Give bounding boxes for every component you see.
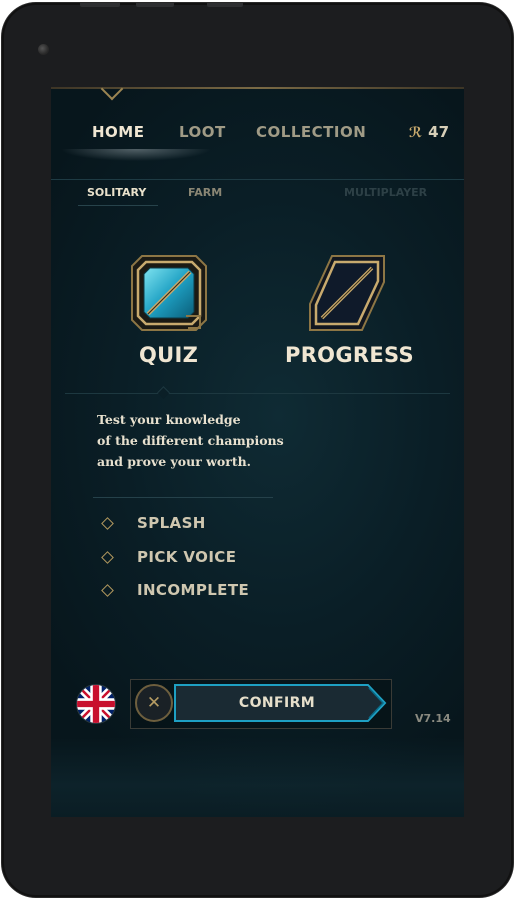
progress-icon — [306, 252, 388, 338]
options-divider — [93, 497, 273, 498]
description-line: and prove your worth. — [97, 454, 252, 469]
diamond-icon — [101, 584, 114, 597]
option-label: PICK VOICE — [137, 548, 237, 566]
cancel-button[interactable]: ✕ — [135, 684, 173, 722]
description-line: of the different champions — [97, 433, 284, 448]
nav-collection-tab[interactable]: COLLECTION — [256, 123, 366, 141]
nav-home-tab[interactable]: HOME — [92, 123, 144, 141]
volume-button — [80, 3, 120, 7]
option-label: INCOMPLETE — [137, 581, 250, 599]
diamond-icon — [101, 517, 114, 530]
subtab-multiplayer[interactable]: MULTIPLAYER — [344, 186, 427, 199]
volume-button — [136, 3, 174, 7]
option-label: SPLASH — [137, 514, 206, 532]
diamond-icon — [101, 551, 114, 564]
bottom-glow — [51, 737, 464, 817]
riot-points-icon: ℛ — [409, 125, 423, 141]
app-screen: HOME LOOT COLLECTION ℛ 47 SOLITARY FARM M… — [51, 87, 464, 817]
active-tab-glow — [61, 149, 211, 179]
close-icon: ✕ — [146, 693, 162, 713]
confirm-label: CONFIRM — [238, 695, 316, 711]
uk-flag-icon[interactable] — [77, 685, 115, 723]
currency-display: ℛ 47 — [409, 123, 449, 141]
confirm-button[interactable]: CONFIRM — [173, 684, 387, 722]
nav-divider — [51, 179, 464, 180]
nav-loot-tab[interactable]: LOOT — [179, 123, 226, 141]
tablet-device: HOME LOOT COLLECTION ℛ 47 SOLITARY FARM M… — [2, 3, 513, 897]
front-camera — [38, 44, 49, 55]
power-button — [207, 3, 243, 7]
selection-pointer — [157, 386, 170, 399]
subtab-farm[interactable]: FARM — [188, 186, 222, 199]
currency-value: 47 — [428, 123, 450, 141]
description-line: Test your knowledge — [97, 412, 241, 427]
mode-description: Test your knowledge of the different cha… — [97, 409, 317, 472]
top-notch-decoration — [100, 87, 124, 101]
progress-label: PROGRESS — [285, 343, 414, 367]
quiz-label: QUIZ — [139, 343, 199, 367]
version-label: V7.14 — [415, 712, 451, 725]
main-nav: HOME LOOT COLLECTION ℛ 47 — [51, 115, 464, 151]
section-divider — [65, 393, 450, 394]
subtab-solitary[interactable]: SOLITARY — [87, 186, 146, 199]
quiz-icon — [128, 252, 210, 338]
subtab-underline — [78, 205, 158, 206]
